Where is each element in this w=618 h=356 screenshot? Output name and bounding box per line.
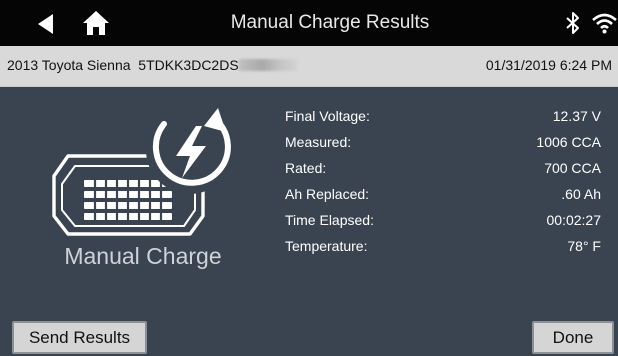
result-row: Rated: 700 CCA (285, 160, 601, 186)
result-label: Rated: (285, 160, 327, 176)
result-value: 12.37 V (552, 108, 601, 124)
send-results-button[interactable]: Send Results (12, 321, 147, 354)
result-label: Temperature: (285, 238, 368, 254)
result-label: Final Voltage: (285, 108, 370, 124)
result-label: Ah Replaced: (285, 186, 370, 202)
bluetooth-icon (565, 11, 581, 35)
results-list: Final Voltage: 12.37 V Measured: 1006 CC… (285, 108, 601, 264)
vin-prefix: 5TDKK3DC2DS (138, 57, 239, 73)
result-row: Temperature: 78° F (285, 238, 601, 264)
result-row: Final Voltage: 12.37 V (285, 108, 601, 134)
done-button[interactable]: Done (532, 321, 614, 354)
illustration-label: Manual Charge (64, 243, 222, 269)
vehicle-info-bar: 2013 Toyota Sienna 5TDKK3DC2DS 01/31/201… (0, 46, 618, 87)
result-row: Time Elapsed: 00:02:27 (285, 212, 601, 238)
result-row: Measured: 1006 CCA (285, 134, 601, 160)
result-label: Measured: (285, 134, 352, 150)
title-bar: Manual Charge Results (0, 0, 618, 46)
home-icon[interactable] (82, 10, 110, 36)
result-value: 700 CCA (544, 160, 601, 176)
page-title: Manual Charge Results (230, 12, 430, 33)
wifi-icon (591, 12, 618, 34)
result-value: 00:02:27 (546, 212, 602, 228)
result-value: .60 Ah (561, 186, 601, 202)
vin-redacted (238, 59, 297, 71)
vehicle-info: 2013 Toyota Sienna 5TDKK3DC2DS (7, 57, 297, 73)
back-arrow-icon[interactable] (34, 12, 58, 36)
result-value: 1006 CCA (536, 134, 601, 150)
vehicle-name: 2013 Toyota Sienna (7, 57, 131, 73)
result-label: Time Elapsed: (285, 212, 374, 228)
battery-charging-icon (40, 98, 250, 248)
result-row: Ah Replaced: .60 Ah (285, 186, 601, 212)
result-value: 78° F (567, 238, 601, 254)
date-time: 01/31/2019 6:24 PM (485, 57, 612, 73)
